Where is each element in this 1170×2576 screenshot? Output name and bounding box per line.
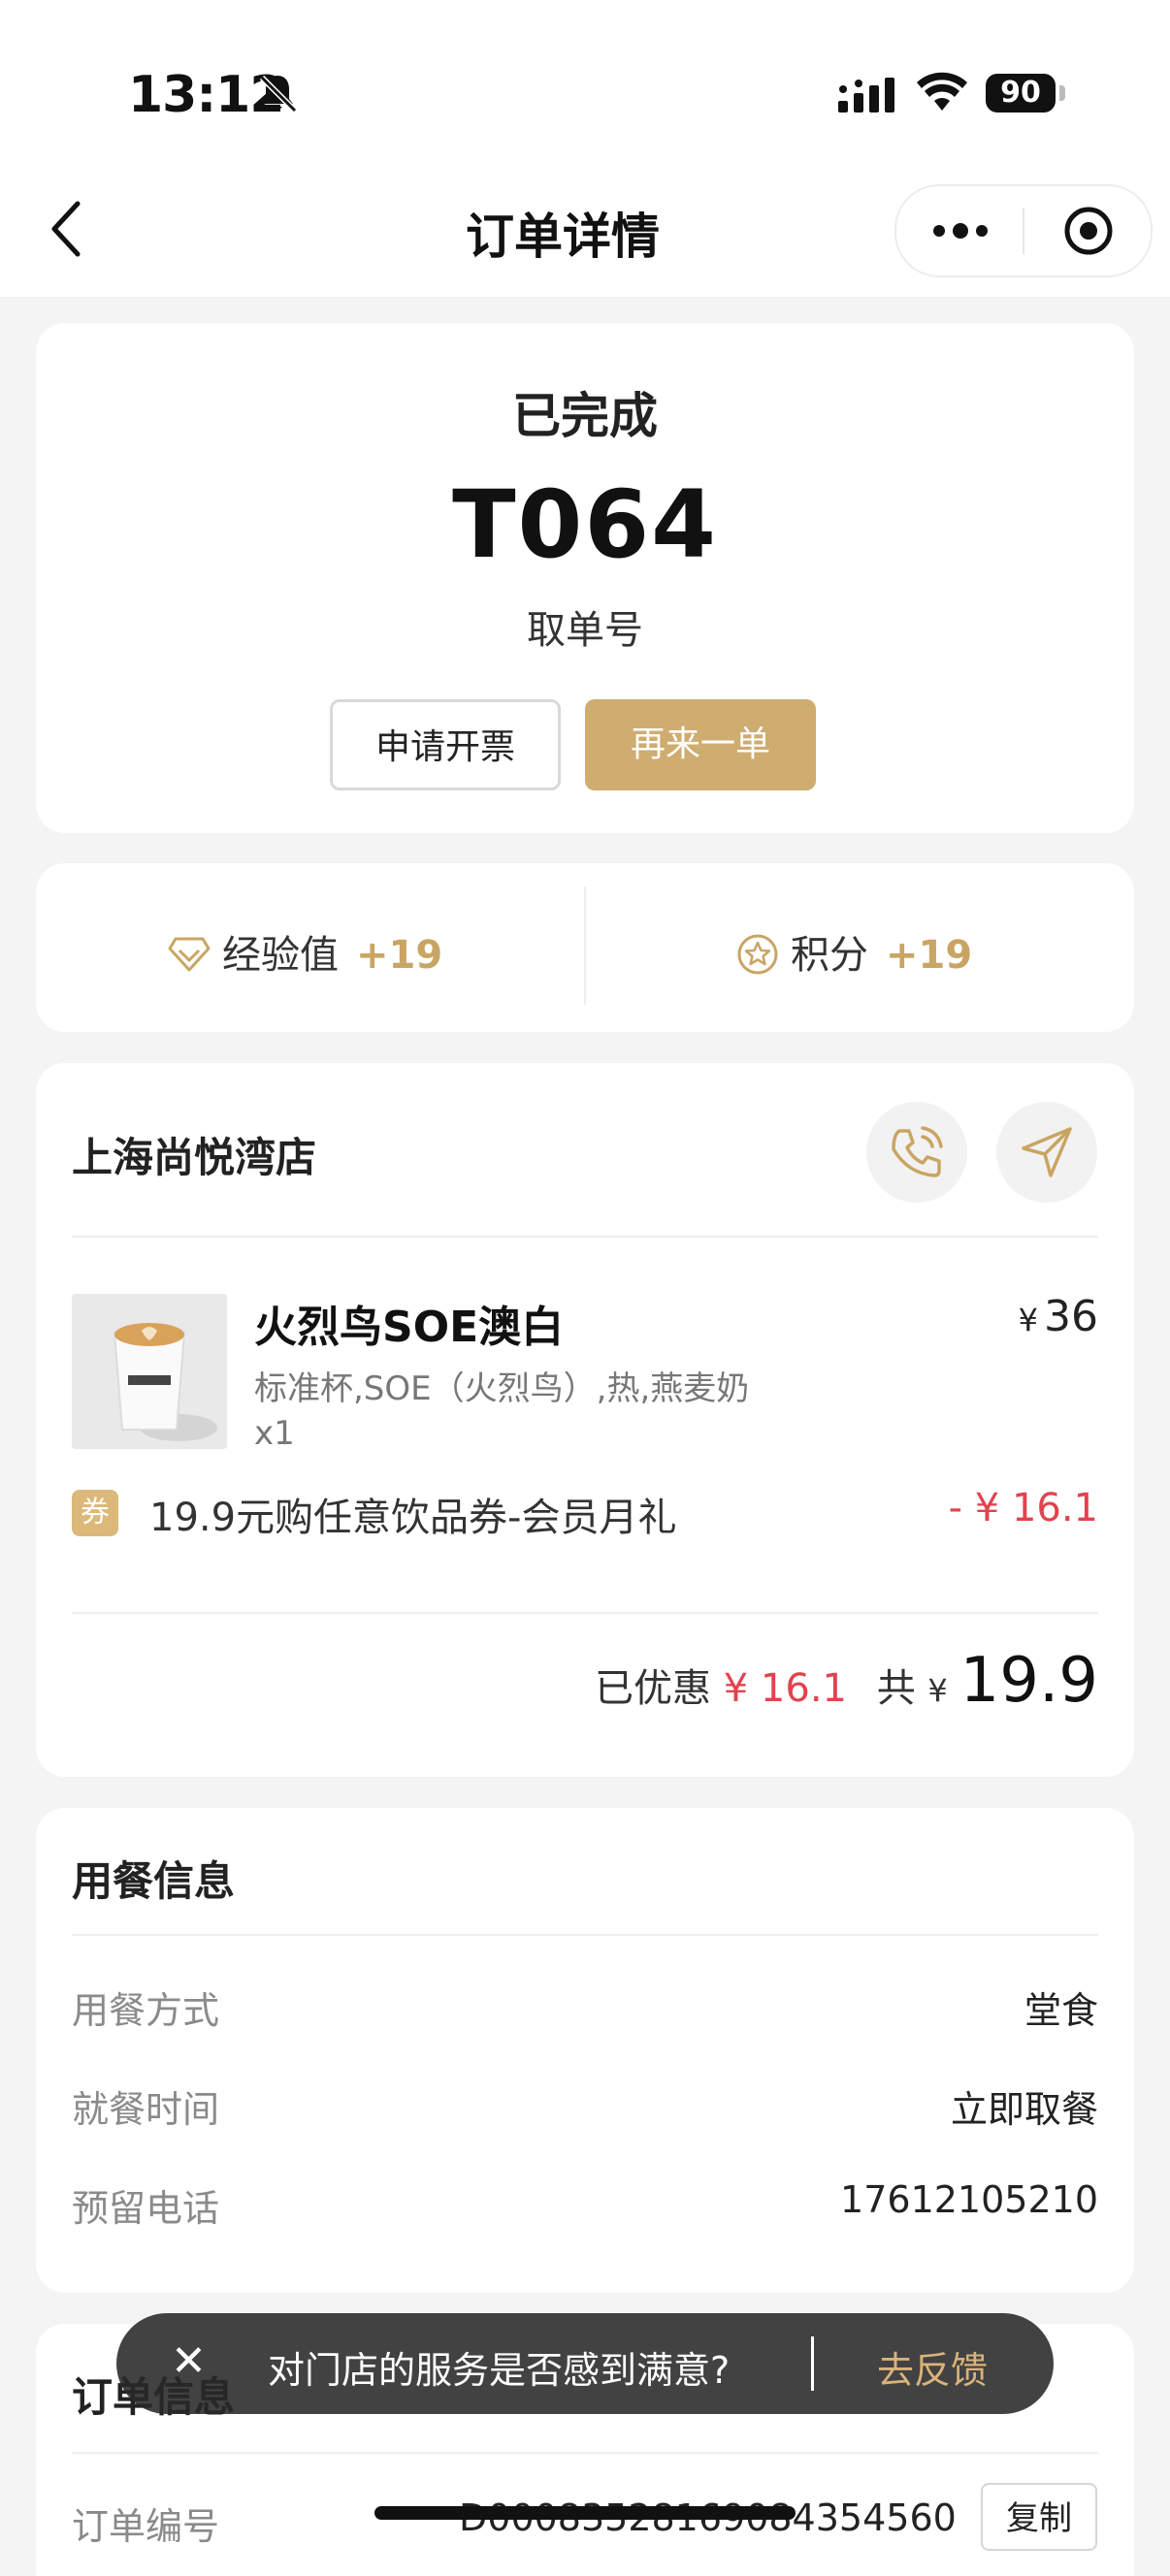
divider [72, 1236, 1098, 1238]
close-icon[interactable]: ✕ [171, 2336, 207, 2386]
store-order-card: 上海尚悦湾店 火烈鸟SOE澳白 标准杯,SOE（火烈鸟）,热,燕麦奶 x1 ¥3… [36, 1063, 1134, 1777]
pickup-number: T064 [452, 470, 718, 579]
more-dots-icon[interactable] [929, 209, 991, 256]
dining-time-value: 立即取餐 [950, 2088, 1098, 2131]
feedback-toast: ✕ 对门店的服务是否感到满意? 去反馈 [116, 2313, 1054, 2414]
product-price-value: 36 [1044, 1292, 1098, 1341]
total-currency: ¥ [927, 1672, 948, 1709]
product-price: ¥36 [1019, 1292, 1098, 1341]
copy-order-number-button[interactable]: 复制 [981, 2483, 1097, 2551]
rewards-card: 经验值 +19 积分 +19 [36, 863, 1134, 1032]
divider [72, 2452, 1098, 2454]
battery-nub [1059, 85, 1065, 101]
close-miniprogram-icon[interactable] [1061, 204, 1116, 262]
dining-info-card: 用餐信息 用餐方式 堂食 就餐时间 立即取餐 预留电话 17612105210 [36, 1808, 1134, 2293]
product-name: 火烈鸟SOE澳白 [254, 1303, 565, 1352]
call-store-button[interactable] [866, 1102, 967, 1203]
points-reward: 积分 +19 [736, 923, 972, 980]
phone-value: 17612105210 [840, 2178, 1098, 2221]
dining-time-label: 就餐时间 [72, 2088, 220, 2131]
navigation-arrow-icon [1022, 1127, 1072, 1177]
battery-indicator: 90 [986, 74, 1056, 113]
dining-method-value: 堂食 [1024, 1989, 1098, 2032]
dining-info-title: 用餐信息 [72, 1857, 236, 1905]
order-summary: 已优惠 ¥ 16.1 共 ¥ 19.9 [595, 1645, 1098, 1717]
discount-label: 已优惠 [595, 1666, 712, 1711]
order-status: 已完成 [512, 388, 658, 444]
total-value: 19.9 [959, 1645, 1099, 1717]
toast-divider [811, 2336, 814, 2391]
navigate-store-button[interactable] [996, 1102, 1097, 1203]
total-label: 共 [876, 1666, 916, 1711]
home-indicator[interactable] [374, 2506, 796, 2520]
phone-icon [892, 1126, 943, 1177]
pickup-number-label: 取单号 [527, 608, 643, 653]
coupon-tag: 券 [72, 1490, 118, 1536]
experience-label: 经验值 [222, 933, 339, 978]
experience-reward: 经验值 +19 [168, 923, 442, 980]
reorder-button[interactable]: 再来一单 [585, 699, 816, 790]
currency-symbol: ¥ [1018, 1302, 1038, 1338]
rewards-divider [584, 886, 586, 1005]
diamond-icon [168, 937, 211, 972]
divider [72, 1612, 1098, 1614]
points-value: +19 [886, 933, 973, 978]
wifi-icon [916, 72, 968, 116]
experience-value: +19 [356, 933, 443, 978]
request-invoice-button[interactable]: 申请开票 [330, 699, 561, 790]
order-number-label: 订单编号 [72, 2505, 220, 2548]
bell-muted-icon [254, 70, 301, 120]
coupon-amount: - ¥ 16.1 [948, 1486, 1098, 1530]
cellular-signal-icon [838, 76, 900, 118]
star-coin-icon [737, 934, 778, 975]
feedback-message: 对门店的服务是否感到满意? [268, 2349, 731, 2392]
dining-method-label: 用餐方式 [72, 1989, 220, 2032]
product-spec: 标准杯,SOE（火烈鸟）,热,燕麦奶 [254, 1369, 750, 1408]
feedback-button[interactable]: 去反馈 [877, 2340, 988, 2394]
store-name: 上海尚悦湾店 [72, 1134, 317, 1181]
phone-label: 预留电话 [72, 2187, 220, 2230]
mini-program-capsule [894, 184, 1153, 277]
capsule-divider [1023, 208, 1024, 254]
coupon-name: 19.9元购任意饮品券-会员月礼 [149, 1496, 677, 1540]
discount-value: ¥ 16.1 [723, 1666, 847, 1711]
product-quantity: x1 [254, 1414, 295, 1453]
points-label: 积分 [791, 933, 868, 978]
divider [72, 1934, 1098, 1936]
order-status-card: 已完成 T064 取单号 申请开票 再来一单 [36, 323, 1134, 833]
product-image [72, 1294, 227, 1449]
